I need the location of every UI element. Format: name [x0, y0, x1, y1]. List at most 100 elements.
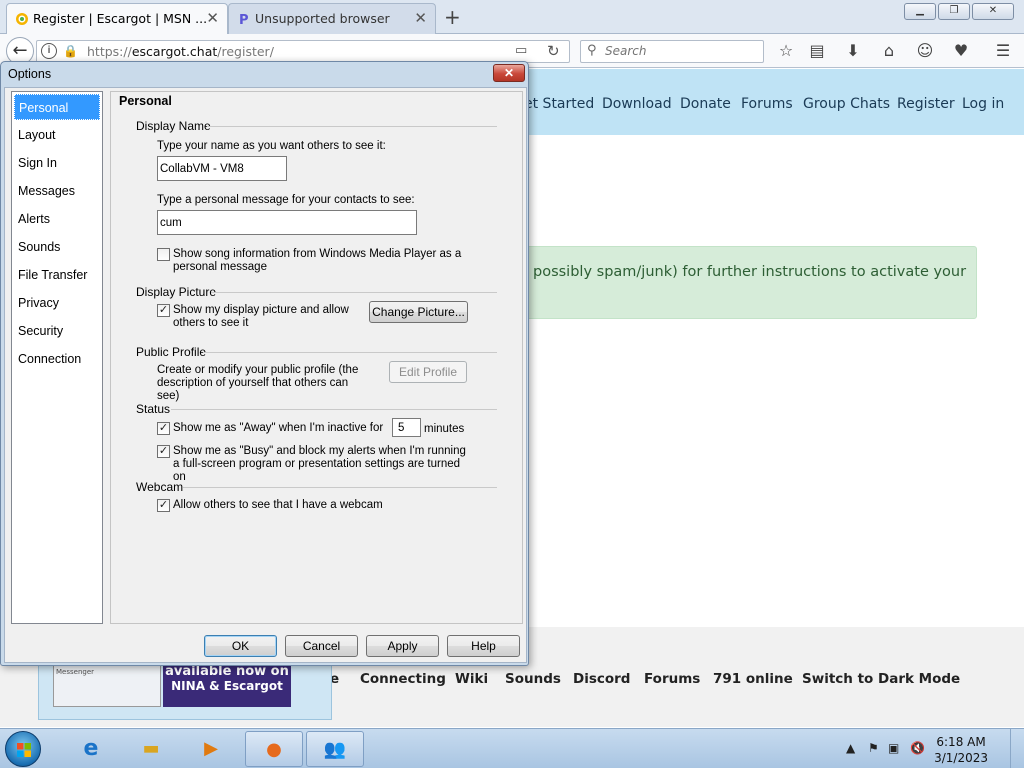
nav-forums[interactable]: Forums	[741, 96, 793, 112]
internet-explorer-icon[interactable]: e	[62, 731, 120, 767]
edit-profile-button[interactable]: Edit Profile	[389, 361, 467, 383]
volume-muted-icon[interactable]: 🔇	[910, 741, 925, 755]
info-icon[interactable]: i	[41, 43, 57, 59]
dialog-close-icon[interactable]: ✕	[493, 64, 525, 82]
messenger-taskbar-icon[interactable]: 👥	[306, 731, 364, 767]
windows-logo-icon	[17, 743, 31, 757]
svg-text:P: P	[239, 13, 249, 26]
tray-arrow-icon[interactable]: ▲	[846, 741, 855, 755]
hello-icon[interactable]: ☺	[915, 41, 935, 61]
footer-dark-mode-toggle[interactable]: Switch to Dark Mode	[802, 671, 960, 687]
song-info-checkbox[interactable]	[157, 248, 170, 261]
nav-get-started[interactable]: et Started	[524, 96, 594, 112]
tab-close-icon[interactable]: ✕	[414, 4, 427, 33]
away-label: Show me as "Away" when I'm inactive for	[173, 422, 384, 434]
show-desktop-button[interactable]	[1010, 729, 1024, 768]
personal-message-input[interactable]	[157, 210, 417, 235]
firefox-taskbar-icon[interactable]: ●	[245, 731, 303, 767]
bookmark-star-icon[interactable]: ☆	[776, 41, 796, 61]
nav-download[interactable]: Download	[602, 96, 672, 112]
bookmarks-list-icon[interactable]: ▤	[807, 41, 827, 61]
help-button[interactable]: Help	[447, 635, 520, 657]
webcam-checkbox[interactable]: ✓	[157, 499, 170, 512]
media-player-icon[interactable]: ▶	[182, 731, 240, 767]
action-center-flag-icon[interactable]: ⚑	[868, 741, 879, 755]
apply-button[interactable]: Apply	[366, 635, 439, 657]
footer-link-sounds[interactable]: Sounds	[505, 671, 561, 687]
tab-title: Register | Escargot | MSN ...	[33, 11, 208, 26]
ok-button[interactable]: OK	[204, 635, 277, 657]
download-icon[interactable]: ⬇	[843, 41, 863, 61]
network-icon[interactable]: ▣	[888, 741, 899, 755]
home-icon[interactable]: ⌂	[879, 41, 899, 61]
category-privacy[interactable]: Privacy	[14, 290, 100, 316]
nav-log-in[interactable]: Log in	[962, 96, 1004, 112]
reload-icon[interactable]: ↻	[547, 42, 560, 60]
webcam-label: Allow others to see that I have a webcam	[173, 499, 383, 511]
category-list: Personal Layout Sign In Messages Alerts …	[11, 91, 103, 624]
category-connection[interactable]: Connection	[14, 346, 100, 372]
escargot-favicon-icon	[16, 13, 28, 25]
away-minutes-input[interactable]	[392, 418, 421, 437]
group-divider	[203, 352, 497, 353]
category-personal[interactable]: Personal	[14, 94, 100, 120]
show-picture-checkbox[interactable]: ✓	[157, 304, 170, 317]
dialog-title: Options	[8, 67, 52, 81]
tab-unsupported-browser[interactable]: P Unsupported browser ✕	[228, 3, 436, 34]
address-bar[interactable]: i 🔒 https://escargot.chat/register/ ▭ ↻	[36, 40, 570, 63]
promo-line-2: NINA & Escargot	[171, 679, 283, 693]
category-messages[interactable]: Messages	[14, 178, 100, 204]
tab-register[interactable]: Register | Escargot | MSN ... ✕	[6, 3, 228, 34]
busy-label: Show me as "Busy" and block my alerts wh…	[173, 445, 466, 483]
system-tray: ▲ ⚑ ▣ 🔇 6:18 AM 3/1/2023	[824, 729, 1024, 768]
minutes-label: minutes	[424, 423, 465, 435]
footer-link-forums[interactable]: Forums	[644, 671, 700, 687]
change-picture-button[interactable]: Change Picture...	[369, 301, 468, 323]
category-sounds[interactable]: Sounds	[14, 234, 100, 260]
footer-link-wiki[interactable]: Wiki	[455, 671, 488, 687]
nav-donate[interactable]: Donate	[680, 96, 731, 112]
category-sign-in[interactable]: Sign In	[14, 150, 100, 176]
panel-title: Personal	[119, 94, 172, 108]
show-picture-label: Show my display picture and allow others…	[173, 304, 349, 329]
tab-strip: Register | Escargot | MSN ... ✕ P Unsupp…	[0, 0, 1024, 34]
group-divider	[171, 409, 497, 410]
nav-group-chats[interactable]: Group Chats	[803, 96, 890, 112]
window-close-icon[interactable]: ✕	[972, 3, 1014, 20]
reader-view-icon[interactable]: ▭	[515, 43, 527, 58]
success-alert: possibly spam/junk) for further instruct…	[486, 246, 977, 319]
footer-link-discord[interactable]: Discord	[573, 671, 630, 687]
personal-settings-panel: Personal Display Name Type your name as …	[110, 91, 523, 624]
category-security[interactable]: Security	[14, 318, 100, 344]
nav-register[interactable]: Register	[897, 96, 955, 112]
group-public-profile: Public Profile	[136, 345, 207, 359]
category-alerts[interactable]: Alerts	[14, 206, 100, 232]
search-input[interactable]	[605, 44, 755, 58]
name-label: Type your name as you want others to see…	[157, 140, 386, 152]
cancel-button[interactable]: Cancel	[285, 635, 358, 657]
menu-hamburger-icon[interactable]: ☰	[993, 41, 1013, 61]
group-status: Status	[136, 402, 171, 416]
tab-close-icon[interactable]: ✕	[206, 4, 219, 33]
footer-link-connecting[interactable]: Connecting	[360, 671, 446, 687]
away-checkbox[interactable]: ✓	[157, 422, 170, 435]
minimize-icon[interactable]: ▁	[904, 3, 936, 20]
file-explorer-icon[interactable]: ▬	[122, 731, 180, 767]
category-file-transfer[interactable]: File Transfer	[14, 262, 100, 288]
display-name-input[interactable]	[157, 156, 287, 181]
footer-online-count: 791 online	[713, 671, 793, 687]
messenger-screenshot: Messenger	[53, 665, 161, 707]
category-layout[interactable]: Layout	[14, 122, 100, 148]
search-box[interactable]: ⚲	[580, 40, 764, 63]
url-text[interactable]: https://escargot.chat/register/	[87, 44, 274, 59]
restore-icon[interactable]: ❐	[938, 3, 970, 20]
lock-icon[interactable]: 🔒	[63, 44, 78, 58]
group-divider	[207, 126, 497, 127]
new-tab-plus-icon[interactable]: +	[444, 4, 461, 30]
pocket-icon[interactable]: ♥	[951, 41, 971, 61]
search-icon: ⚲	[587, 43, 597, 58]
busy-checkbox[interactable]: ✓	[157, 445, 170, 458]
start-button[interactable]	[5, 731, 41, 767]
tab-title: Unsupported browser	[255, 11, 390, 26]
clock[interactable]: 6:18 AM 3/1/2023	[934, 734, 988, 766]
